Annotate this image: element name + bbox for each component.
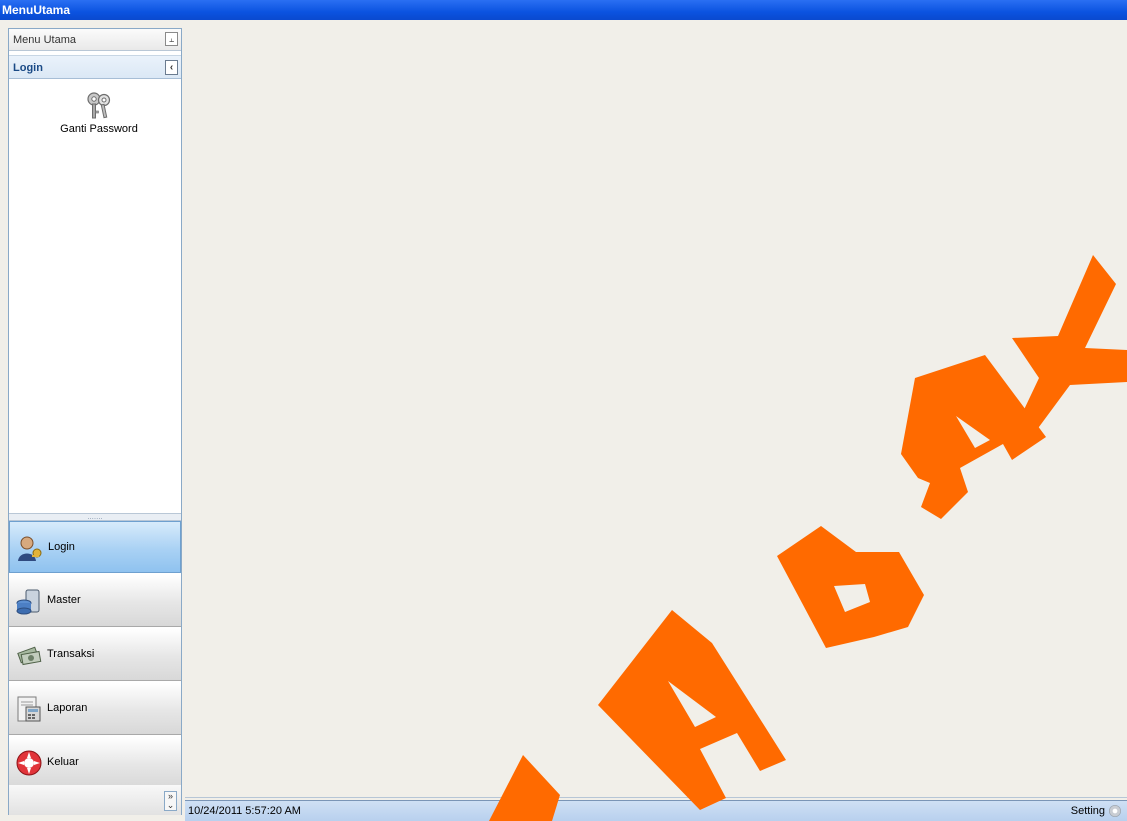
user-key-icon	[18, 536, 42, 561]
exit-icon	[16, 750, 42, 776]
nav-button-label: Transaksi	[47, 648, 95, 660]
section-header: Login ‹	[9, 55, 181, 79]
item-ganti-password[interactable]: Ganti Password	[49, 91, 149, 135]
nav-button-label: Keluar	[47, 756, 79, 768]
nav-button-transaksi[interactable]: Transaksi	[9, 629, 181, 681]
navigation-panel: Menu Utama ⫠ Login ‹ Ganti Password ....…	[8, 28, 182, 815]
cash-icon	[17, 646, 42, 666]
chevron-double-right-icon[interactable]: » ⌄	[164, 791, 177, 811]
nav-button-label: Laporan	[47, 702, 88, 714]
chevron-left-icon[interactable]: ‹	[165, 60, 178, 75]
keys-icon	[87, 92, 111, 119]
nav-button-laporan[interactable]: Laporan	[9, 683, 181, 735]
nav-button-login[interactable]: Login	[9, 521, 181, 573]
nav-button-label: Login	[48, 541, 75, 553]
setting-button[interactable]: Setting	[1071, 801, 1121, 821]
item-ganti-password-label: Ganti Password	[60, 123, 138, 135]
nav-button-label: Master	[47, 594, 81, 606]
database-icon	[16, 589, 40, 615]
status-timestamp: 10/24/2011 5:57:20 AM	[188, 805, 301, 817]
nav-header: Menu Utama ⫠	[9, 29, 181, 51]
status-separator	[185, 797, 1127, 798]
section-title: Login	[13, 62, 43, 74]
window-title: MenuUtama	[0, 0, 1127, 20]
nav-footer: » ⌄	[9, 785, 181, 815]
report-icon	[17, 696, 41, 722]
pin-icon[interactable]: ⫠	[165, 32, 178, 46]
nav-header-label: Menu Utama	[13, 34, 76, 46]
nav-button-master[interactable]: Master	[9, 575, 181, 627]
setting-label: Setting	[1070, 805, 1105, 817]
status-bar: 10/24/2011 5:57:20 AM Setting	[185, 800, 1127, 821]
panel-splitter[interactable]: .......	[9, 513, 181, 521]
nav-button-keluar[interactable]: Keluar	[9, 737, 181, 789]
gear-icon	[1109, 805, 1121, 817]
